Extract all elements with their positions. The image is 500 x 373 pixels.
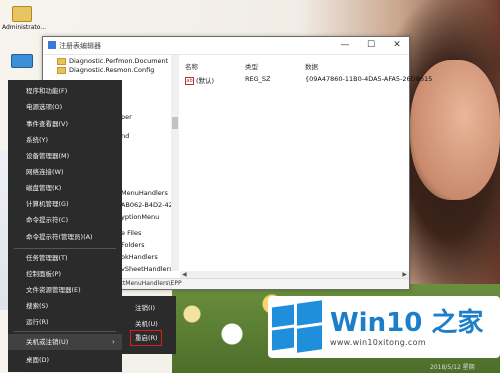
winx-context-menu: 程序和功能(F) 电源选项(O) 事件查看器(V) 系统(Y) 设备管理器(M)… (8, 80, 122, 372)
maximize-button[interactable]: ☐ (358, 37, 384, 54)
menu-item-file-explorer[interactable]: 文件资源管理器(E) (26, 283, 81, 297)
menu-item-device-manager[interactable]: 设备管理器(M) (26, 149, 69, 163)
menu-item-system[interactable]: 系统(Y) (26, 133, 48, 147)
scroll-right-icon[interactable]: ▶ (402, 271, 407, 278)
menu-item-search[interactable]: 搜索(S) (26, 299, 48, 313)
column-header-type[interactable]: 类型 (245, 61, 258, 71)
desktop-icon-label: Administrato... (2, 24, 47, 31)
menu-item-run[interactable]: 运行(R) (26, 315, 49, 329)
tree-item[interactable]: e Files (121, 229, 141, 238)
close-button[interactable]: ✕ (384, 37, 410, 54)
folder-icon (57, 66, 66, 74)
menu-item-computer-management[interactable]: 计算机管理(G) (26, 197, 69, 211)
title-bar[interactable]: 注册表编辑器 — ☐ ✕ (43, 37, 409, 55)
tree-item[interactable]: ySheetHandlers (121, 265, 171, 271)
tree-item[interactable]: MenuHandlers (121, 189, 168, 198)
menu-item-command-prompt[interactable]: 命令提示符(C) (26, 213, 68, 227)
menu-item-disk-management[interactable]: 磁盘管理(K) (26, 181, 61, 195)
tree-item[interactable]: Diagnostic.Resmon.Config (57, 66, 154, 75)
desktop-icon-this-pc[interactable] (2, 54, 42, 70)
column-header-data[interactable]: 数据 (305, 61, 318, 71)
menu-item-desktop[interactable]: 桌面(D) (26, 353, 49, 367)
computer-icon (11, 54, 33, 68)
menu-item-power-options[interactable]: 电源选项(O) (26, 100, 62, 114)
tree-item[interactable]: okHandlers (121, 253, 158, 262)
string-value-icon: ab (185, 77, 194, 85)
menu-item-control-panel[interactable]: 控制面板(P) (26, 267, 61, 281)
win10-watermark-logo: Win10 之家 www.win10xitong.com (268, 296, 500, 358)
tree-item[interactable]: yptionMenu (121, 213, 159, 222)
menu-item-shutdown-signout[interactable]: 关机或注销(U) (26, 335, 68, 349)
value-data-cell: {09A47860-11B0-4DA5-AFA5-26D8615 (305, 75, 433, 83)
windows-logo-icon (272, 300, 322, 353)
chevron-right-icon: › (112, 338, 115, 346)
watermark-brand: Win10 之家 (330, 308, 484, 338)
menu-separator (14, 331, 116, 332)
shutdown-submenu: 注销(I) 关机(U) 重启(R) (122, 296, 176, 354)
tree-item[interactable]: per (121, 113, 132, 122)
tree-item[interactable]: Folders (121, 241, 144, 250)
menu-separator (14, 248, 116, 249)
submenu-item-signout[interactable]: 注销(I) (135, 301, 155, 315)
column-header-name[interactable]: 名称 (185, 61, 198, 71)
taskbar-date: 2018/5/12 星期 (430, 364, 475, 371)
tree-scrollbar[interactable] (171, 55, 179, 271)
tree-item[interactable]: nd (121, 132, 129, 141)
menu-item-event-viewer[interactable]: 事件查看器(V) (26, 117, 68, 131)
menu-item-command-prompt-admin[interactable]: 命令提示符(管理员)(A) (26, 230, 93, 244)
value-name-cell[interactable]: ab (默认) (185, 75, 214, 85)
user-folder-icon (12, 6, 32, 22)
window-title: 注册表编辑器 (59, 42, 101, 50)
folder-icon (57, 57, 66, 65)
regedit-app-icon (48, 41, 56, 49)
horizontal-scrollbar[interactable]: ◀ ▶ (180, 271, 409, 278)
watermark-url: www.win10xitong.com (330, 338, 426, 347)
menu-item-task-manager[interactable]: 任务管理器(T) (26, 251, 68, 265)
desktop-icon-user-folder[interactable]: Administrato... (2, 6, 46, 31)
menu-item-network[interactable]: 网络连接(W) (26, 165, 64, 179)
scrollbar-thumb[interactable] (172, 117, 178, 129)
value-type-cell: REG_SZ (245, 75, 271, 83)
tree-item[interactable]: Diagnostic.Perfmon.Document (57, 57, 168, 66)
values-pane: 名称 类型 数据 ab (默认) REG_SZ {09A47860-11B0-4D… (180, 55, 432, 271)
menu-item-programs-features[interactable]: 程序和功能(F) (26, 84, 67, 98)
submenu-item-restart[interactable]: 重启(R) (135, 331, 158, 345)
tree-item[interactable]: AB062-B4D2-421 (121, 201, 171, 210)
submenu-item-shutdown[interactable]: 关机(U) (135, 317, 158, 331)
scroll-left-icon[interactable]: ◀ (182, 271, 187, 278)
minimize-button[interactable]: — (332, 37, 358, 54)
